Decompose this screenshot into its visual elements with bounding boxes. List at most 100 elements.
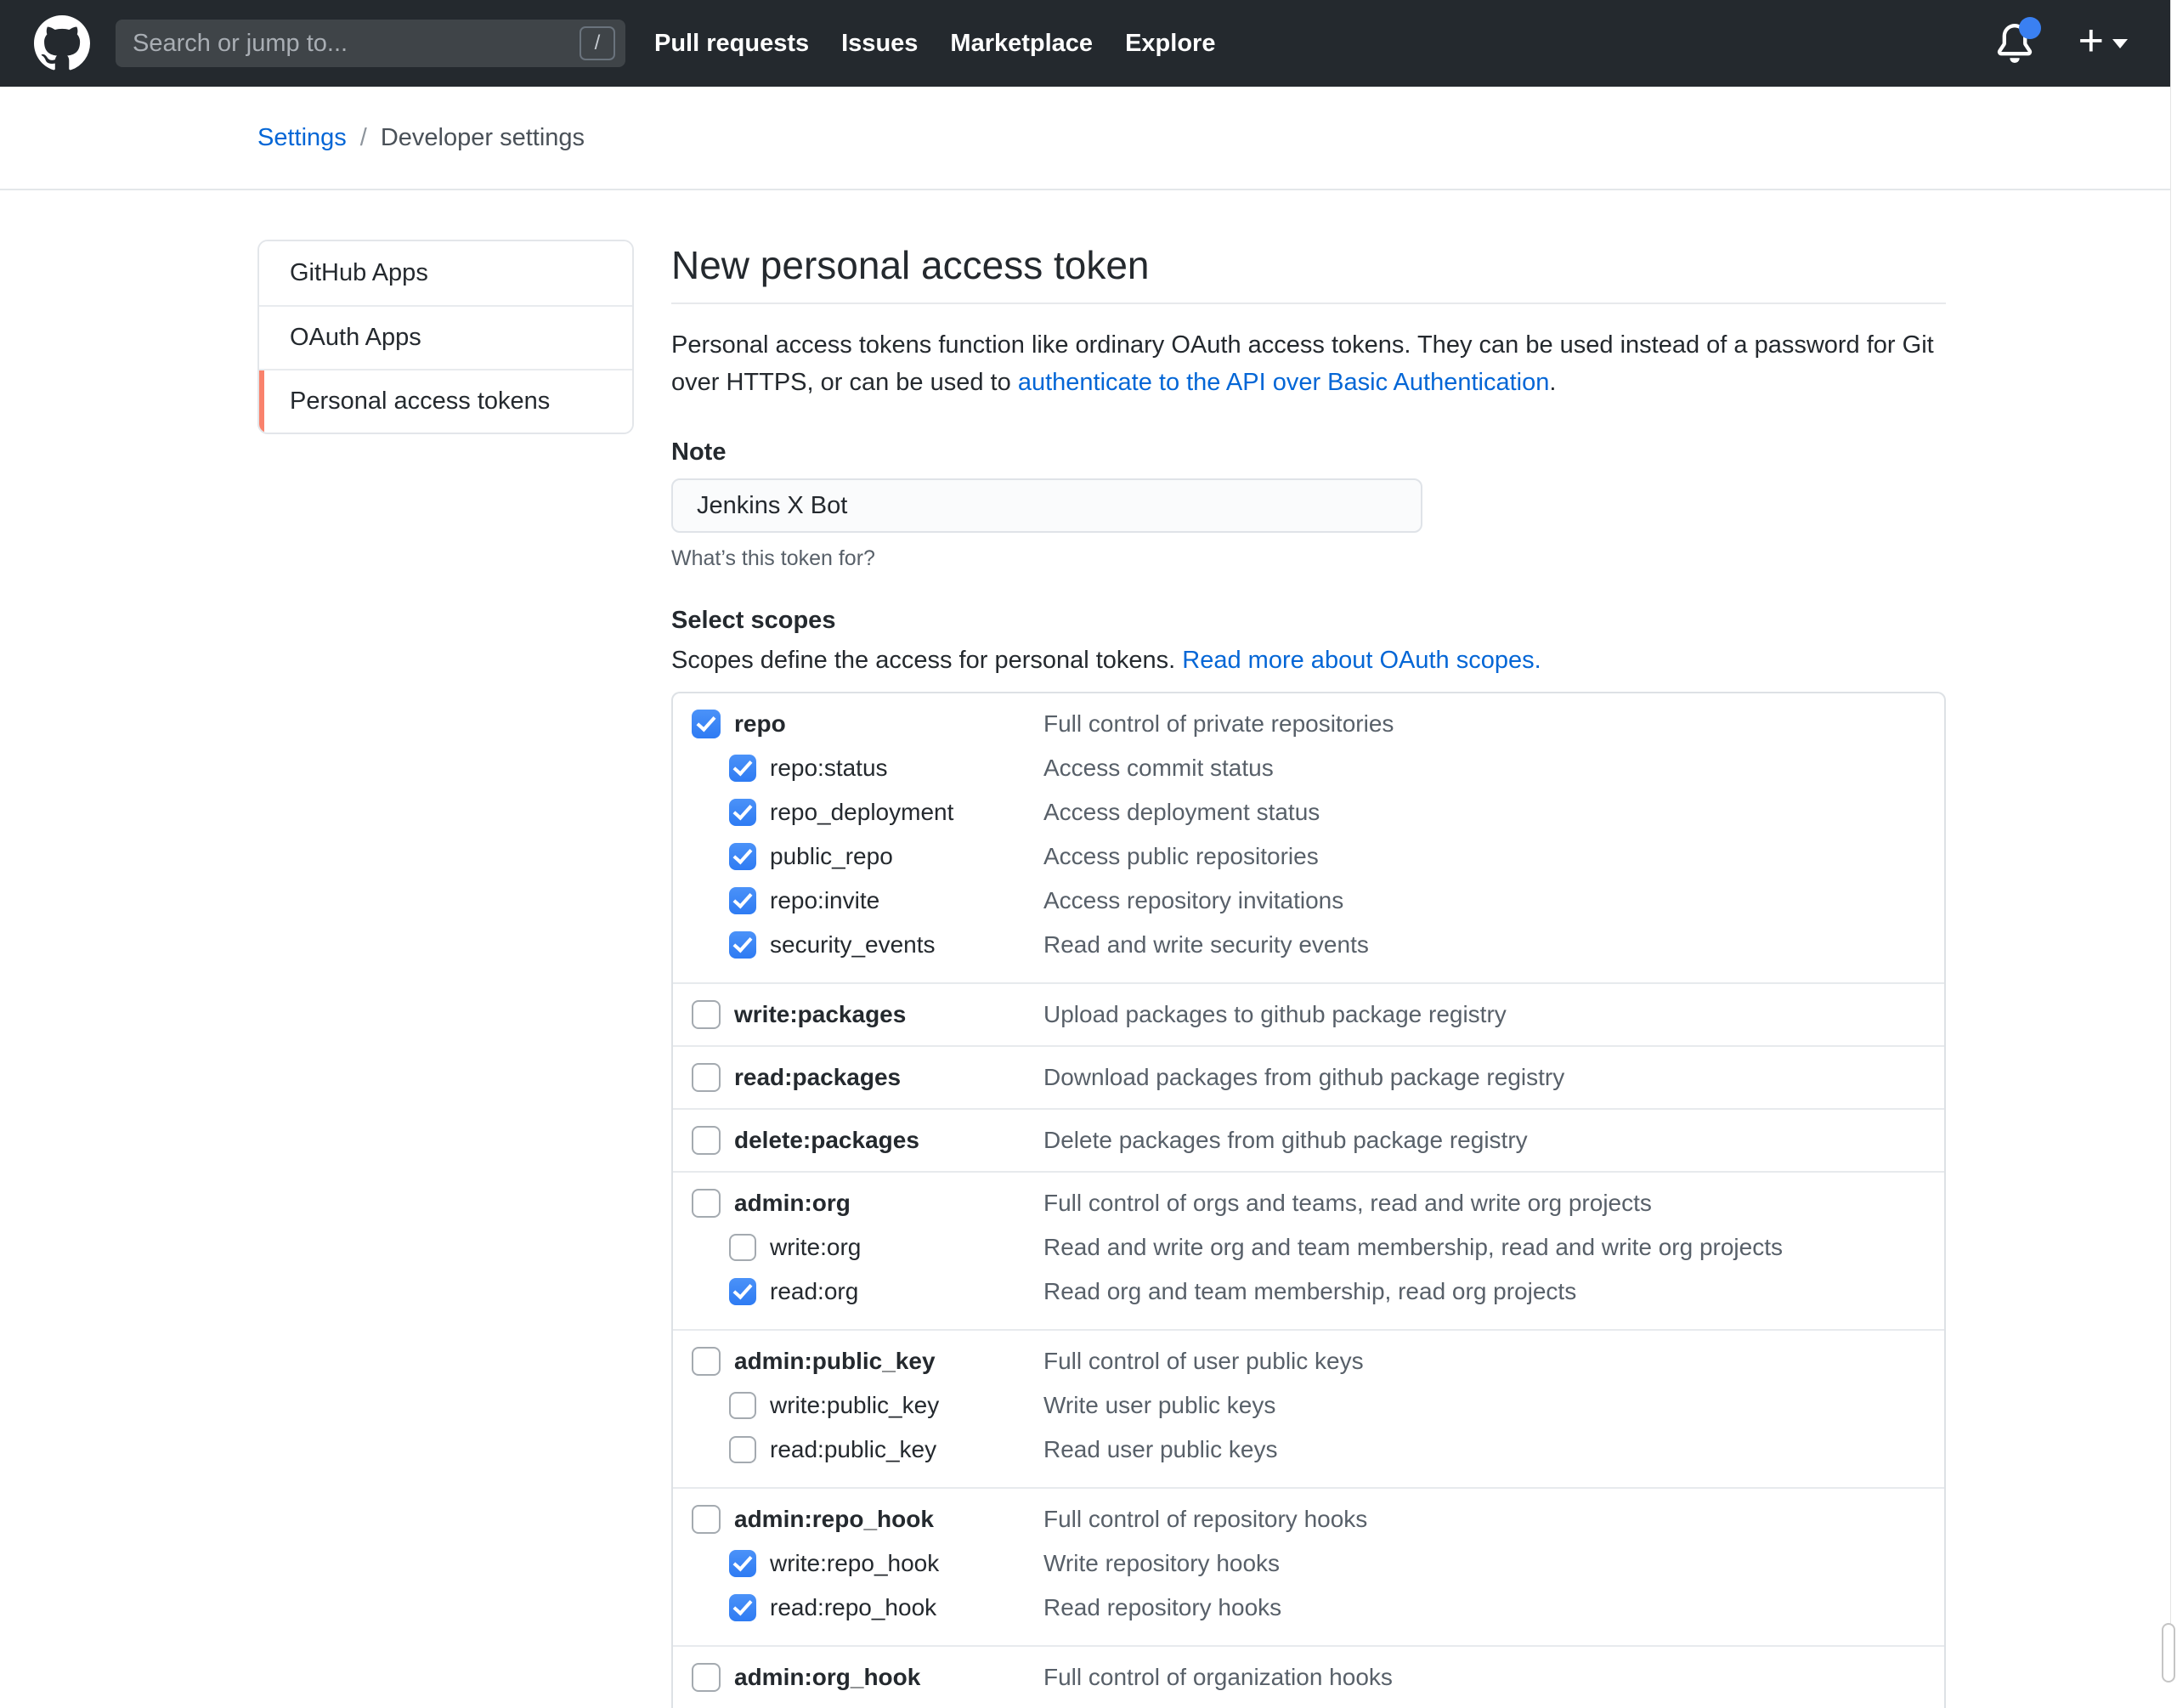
sidebar-item-github-apps[interactable]: GitHub Apps <box>259 241 632 305</box>
oauth-scopes-link[interactable]: Read more about OAuth scopes. <box>1182 647 1541 674</box>
scope-checkbox-public_repo[interactable] <box>729 843 756 870</box>
scope-label: read:packages <box>734 1064 901 1091</box>
github-logo-icon[interactable] <box>34 15 90 71</box>
scope-checkbox-repo:status[interactable] <box>729 755 756 782</box>
chevron-down-icon <box>2112 39 2128 48</box>
unread-notification-dot <box>2019 17 2041 39</box>
scope-checkbox-write:org[interactable] <box>729 1234 756 1261</box>
intro-paragraph: Personal access tokens function like ord… <box>671 326 1946 401</box>
select-scopes-heading: Select scopes <box>671 607 1946 635</box>
scope-label: public_repo <box>770 843 893 870</box>
slash-key-hint: / <box>580 26 615 60</box>
scope-checkbox-read:repo_hook[interactable] <box>729 1594 756 1621</box>
scope-description: Access repository invitations <box>1043 887 1343 914</box>
title-divider <box>671 303 1946 304</box>
scope-checkbox-read:packages[interactable] <box>692 1063 721 1092</box>
scope-checkbox-write:repo_hook[interactable] <box>729 1550 756 1577</box>
scope-label: write:repo_hook <box>770 1550 939 1577</box>
scope-label: admin:org <box>734 1190 851 1217</box>
global-nav: Pull requests Issues Marketplace Explore <box>654 30 1215 58</box>
scope-checkbox-admin:org_hook[interactable] <box>692 1663 721 1692</box>
scope-checkbox-admin:org[interactable] <box>692 1189 721 1218</box>
scope-row: write:packages Upload packages to github … <box>673 993 1944 1037</box>
scope-label: security_events <box>770 931 936 959</box>
scope-label: write:org <box>770 1234 861 1261</box>
scope-label: admin:repo_hook <box>734 1506 934 1533</box>
global-header: Search or jump to... / Pull requests Issu… <box>0 0 2177 87</box>
scope-description: Read and write security events <box>1043 931 1369 959</box>
breadcrumb-separator: / <box>360 124 367 152</box>
scope-checkbox-admin:repo_hook[interactable] <box>692 1505 721 1534</box>
scope-row: write:repo_hook Write repository hooks <box>673 1541 1944 1586</box>
nav-item-issues[interactable]: Issues <box>841 30 918 58</box>
breadcrumb-settings-link[interactable]: Settings <box>257 124 347 152</box>
nav-item-marketplace[interactable]: Marketplace <box>950 30 1093 58</box>
scope-checkbox-repo_deployment[interactable] <box>729 799 756 826</box>
scope-description: Upload packages to github package regist… <box>1043 1001 1507 1028</box>
scope-group: admin:org Full control of orgs and teams,… <box>673 1171 1944 1329</box>
scope-label: admin:org_hook <box>734 1664 920 1691</box>
scope-description: Full control of orgs and teams, read and… <box>1043 1190 1652 1217</box>
scrollbar-thumb[interactable] <box>2162 1623 2175 1683</box>
scope-description: Delete packages from github package regi… <box>1043 1127 1528 1154</box>
scope-description: Access commit status <box>1043 755 1274 782</box>
scope-row: read:orgRead org and team membership, re… <box>673 1270 1944 1314</box>
scope-label: write:public_key <box>770 1392 939 1419</box>
scope-group: admin:repo_hook Full control of repositor… <box>673 1487 1944 1645</box>
scope-group: repoFull control of private repositories… <box>673 693 1944 982</box>
scope-row: write:public_keyWrite user public keys <box>673 1383 1944 1428</box>
note-input[interactable] <box>671 478 1422 533</box>
scope-row: repo_deploymentAccess deployment status <box>673 790 1944 834</box>
scope-row: repo:inviteAccess repository invitations <box>673 879 1944 923</box>
scope-description: Read and write org and team membership, … <box>1043 1234 1783 1261</box>
notifications-bell-icon[interactable] <box>1995 22 2034 65</box>
scope-row: repoFull control of private repositories <box>673 702 1944 746</box>
scope-row: public_repoAccess public repositories <box>673 834 1944 879</box>
scope-description: Full control of user public keys <box>1043 1348 1364 1375</box>
scopes-description: Scopes define the access for personal to… <box>671 647 1946 675</box>
scrollbar-track[interactable] <box>2170 0 2177 1671</box>
scope-label: read:org <box>770 1278 858 1305</box>
note-help-text: What’s this token for? <box>671 546 1946 571</box>
scope-description: Read repository hooks <box>1043 1594 1281 1621</box>
scope-label: write:packages <box>734 1001 906 1028</box>
scope-checkbox-delete:packages[interactable] <box>692 1126 721 1155</box>
header-right: + <box>1995 22 2128 65</box>
scope-label: admin:public_key <box>734 1348 936 1375</box>
nav-item-pull-requests[interactable]: Pull requests <box>654 30 809 58</box>
scope-checkbox-repo[interactable] <box>692 710 721 738</box>
basic-auth-link[interactable]: authenticate to the API over Basic Authe… <box>1018 369 1550 396</box>
scope-checkbox-read:public_key[interactable] <box>729 1436 756 1463</box>
scopes-text: Scopes define the access for personal to… <box>671 647 1182 674</box>
scope-group: admin:public_key Full control of user pub… <box>673 1329 1944 1487</box>
breadcrumb-current: Developer settings <box>381 124 585 152</box>
scope-checkbox-write:packages[interactable] <box>692 1000 721 1029</box>
scope-checkbox-read:org[interactable] <box>729 1278 756 1305</box>
settings-sidebar: GitHub AppsOAuth AppsPersonal access tok… <box>257 240 634 434</box>
scope-row: delete:packages Delete packages from gith… <box>673 1118 1944 1162</box>
scope-group: delete:packages Delete packages from gith… <box>673 1108 1944 1171</box>
scope-group: admin:org_hookFull control of organizati… <box>673 1645 1944 1708</box>
content-area: GitHub AppsOAuth AppsPersonal access tok… <box>0 190 2177 1708</box>
scope-row: read:repo_hookRead repository hooks <box>673 1586 1944 1630</box>
intro-after-link: . <box>1549 369 1556 396</box>
main-column: New personal access token Personal acces… <box>671 242 1946 1708</box>
sidebar-item-personal-access-tokens[interactable]: Personal access tokens <box>259 369 632 433</box>
scope-description: Download packages from github package re… <box>1043 1064 1564 1091</box>
scope-description: Full control of repository hooks <box>1043 1506 1367 1533</box>
search-input[interactable]: Search or jump to... / <box>116 20 625 67</box>
scope-checkbox-repo:invite[interactable] <box>729 887 756 914</box>
scope-label: delete:packages <box>734 1127 919 1154</box>
scope-label: repo:status <box>770 755 888 782</box>
scope-checkbox-security_events[interactable] <box>729 931 756 959</box>
create-new-menu[interactable]: + <box>2078 24 2128 63</box>
scope-description: Write repository hooks <box>1043 1550 1280 1577</box>
scope-row: admin:repo_hook Full control of repositor… <box>673 1497 1944 1541</box>
scope-checkbox-admin:public_key[interactable] <box>692 1347 721 1376</box>
scope-description: Full control of private repositories <box>1043 710 1394 738</box>
nav-item-explore[interactable]: Explore <box>1125 30 1215 58</box>
sidebar-item-oauth-apps[interactable]: OAuth Apps <box>259 305 632 369</box>
note-label: Note <box>671 438 1946 467</box>
scope-checkbox-write:public_key[interactable] <box>729 1392 756 1419</box>
scope-row: admin:org_hookFull control of organizati… <box>673 1655 1944 1700</box>
